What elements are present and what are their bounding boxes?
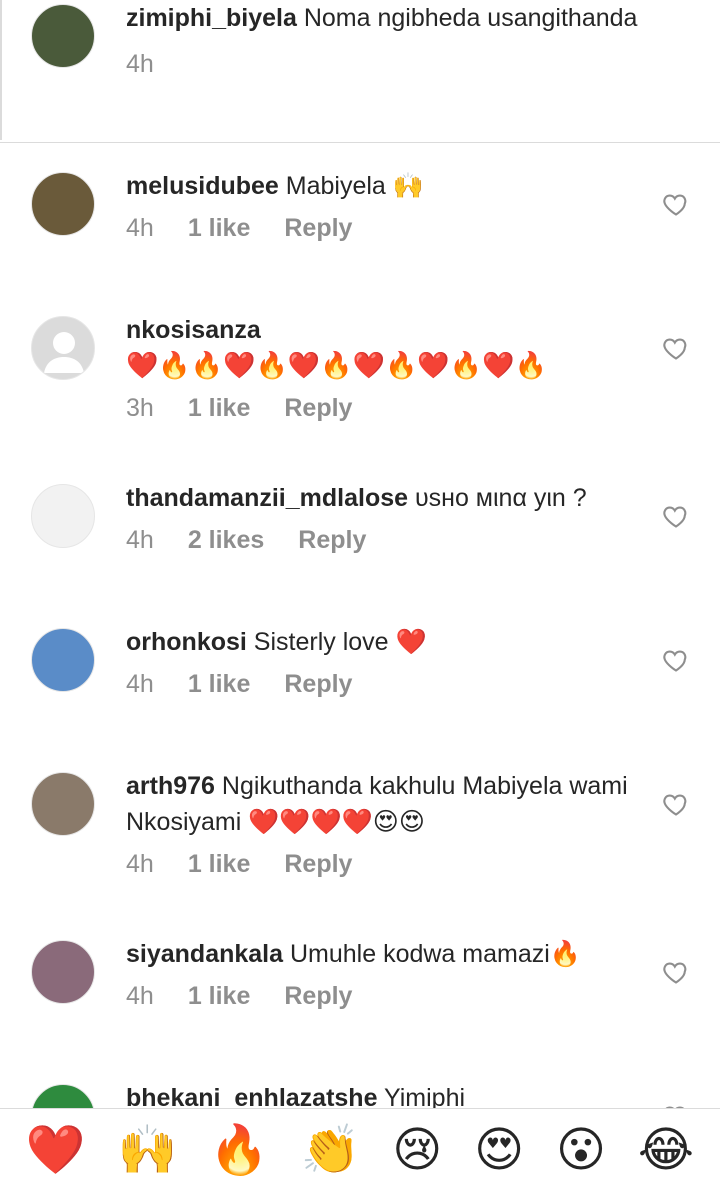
reaction-heart-emoji[interactable]: ❤️	[26, 1126, 86, 1174]
default-avatar-icon	[44, 332, 84, 373]
avatar[interactable]	[31, 172, 95, 236]
section-divider	[0, 142, 720, 143]
reaction-surprised-emoji[interactable]: 😮	[556, 1126, 606, 1174]
heart-outline-icon[interactable]	[662, 646, 690, 674]
reply-button[interactable]: Reply	[284, 210, 352, 246]
reply-button[interactable]: Reply	[298, 522, 366, 558]
comment-time: 4h	[126, 526, 154, 554]
reaction-raised-hands-emoji[interactable]: 🙌	[118, 1126, 178, 1174]
reply-button[interactable]: Reply	[284, 666, 352, 702]
reaction-heart-eyes-emoji[interactable]: 😍	[474, 1126, 524, 1174]
avatar[interactable]	[31, 628, 95, 692]
comment-text: Mabiyela 🙌	[285, 172, 424, 200]
comment-likes[interactable]: 1 like	[188, 390, 251, 426]
comment-time: 4h	[126, 670, 154, 698]
thread-left-rule	[0, 0, 2, 140]
comment-likes[interactable]: 1 like	[188, 846, 251, 882]
comment-username[interactable]: thandamanzii_mdlalose	[126, 484, 408, 512]
comment-time: 4h	[126, 850, 154, 878]
avatar[interactable]	[31, 772, 95, 836]
heart-outline-icon[interactable]	[662, 790, 690, 818]
comment-time: 3h	[126, 394, 154, 422]
comment-username[interactable]: orhonkosi	[126, 628, 247, 656]
comment-username[interactable]: melusidubee	[126, 172, 279, 200]
comment-likes[interactable]: 2 likes	[188, 522, 264, 558]
reaction-bar: ❤️ 🙌 🔥 👏 😢 😍 😮 😂	[0, 1108, 720, 1190]
comment-username[interactable]: zimiphi_biyela	[126, 4, 297, 32]
heart-outline-icon[interactable]	[662, 334, 690, 362]
reaction-crying-emoji[interactable]: 😢	[392, 1126, 442, 1174]
avatar[interactable]	[31, 940, 95, 1004]
avatar[interactable]	[31, 484, 95, 548]
reply-button[interactable]: Reply	[284, 390, 352, 426]
heart-outline-icon[interactable]	[662, 502, 690, 530]
reply-button[interactable]: Reply	[284, 978, 352, 1014]
comment-text: Sisterly love ❤️	[253, 628, 427, 656]
comment-time: 4h	[126, 50, 154, 78]
comment-username[interactable]: nkosisanza	[126, 316, 261, 344]
avatar[interactable]	[31, 4, 95, 68]
heart-outline-icon[interactable]	[662, 190, 690, 218]
comment-time: 4h	[126, 982, 154, 1010]
comment-likes[interactable]: 1 like	[188, 666, 251, 702]
reaction-clapping-emoji[interactable]: 👏	[301, 1126, 361, 1174]
avatar[interactable]	[31, 316, 95, 380]
comment-text: Noma ngibheda usangithanda	[303, 4, 638, 32]
comment-username[interactable]: arth976	[126, 772, 215, 800]
comment-time: 4h	[126, 214, 154, 242]
comment-text: Umuhle kodwa mamazi🔥	[289, 940, 581, 968]
heart-outline-icon[interactable]	[662, 958, 690, 986]
reaction-laughing-emoji[interactable]: 😂	[638, 1126, 694, 1174]
comment-text: υsнo мιnα yιn ?	[414, 484, 587, 512]
reaction-fire-emoji[interactable]: 🔥	[209, 1126, 269, 1174]
comment-likes[interactable]: 1 like	[188, 978, 251, 1014]
comment-text: ❤️🔥🔥❤️🔥❤️🔥❤️🔥❤️🔥❤️🔥	[126, 351, 547, 381]
comment-likes[interactable]: 1 like	[188, 210, 251, 246]
comment-username[interactable]: siyandankala	[126, 940, 283, 968]
reply-button[interactable]: Reply	[284, 846, 352, 882]
